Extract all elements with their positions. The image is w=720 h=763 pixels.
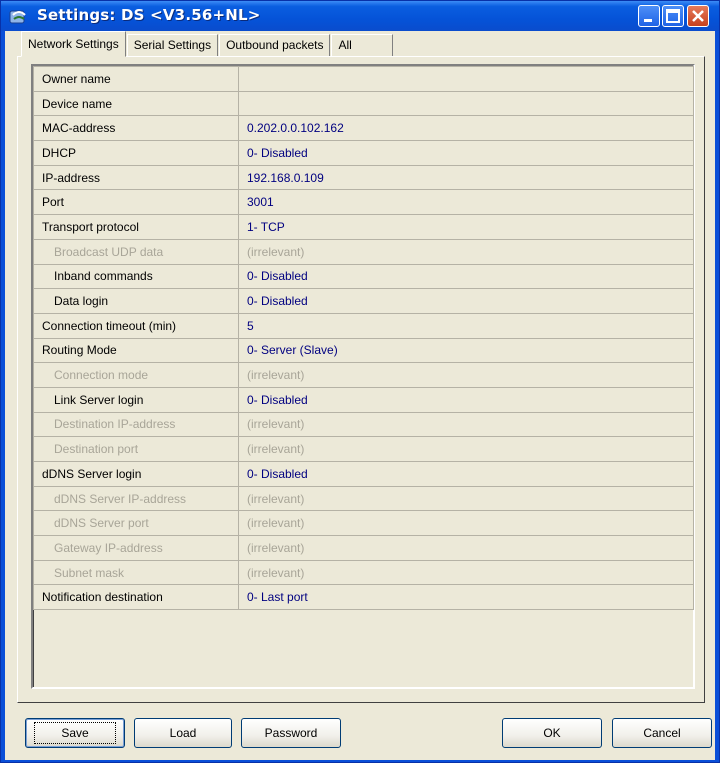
tab-network-settings[interactable]: Network Settings bbox=[21, 31, 126, 57]
setting-value[interactable]: 3001 bbox=[238, 189, 694, 216]
setting-name: MAC-address bbox=[33, 115, 239, 142]
table-row[interactable]: Destination port (irrelevant) bbox=[33, 436, 694, 462]
title-bar[interactable]: Settings: DS <V3.56+NL> bbox=[1, 1, 719, 31]
app-icon bbox=[9, 10, 26, 24]
setting-name: Connection timeout (min) bbox=[33, 312, 239, 339]
table-row[interactable]: Subnet mask (irrelevant) bbox=[33, 559, 694, 586]
table-row[interactable]: MAC-address 0.202.0.0.102.162 bbox=[33, 115, 694, 142]
setting-name: Destination port bbox=[33, 436, 239, 462]
setting-name: Device name bbox=[33, 90, 239, 117]
table-row[interactable]: Destination IP-address (irrelevant) bbox=[33, 411, 694, 438]
setting-name: dDNS Server port bbox=[33, 510, 239, 537]
setting-value[interactable]: 1- TCP bbox=[238, 214, 694, 240]
setting-value[interactable]: 0- Disabled bbox=[238, 461, 694, 487]
tab-outbound-packets[interactable]: Outbound packets bbox=[219, 34, 331, 56]
setting-value[interactable]: 0- Last port bbox=[238, 584, 694, 611]
setting-name: Inband commands bbox=[33, 263, 239, 290]
table-row[interactable]: Routing Mode 0- Server (Slave) bbox=[33, 337, 694, 364]
setting-value[interactable]: (irrelevant) bbox=[238, 362, 694, 388]
password-button[interactable]: Password bbox=[241, 718, 341, 748]
table-row[interactable]: DHCP 0- Disabled bbox=[33, 140, 694, 166]
setting-name: Data login bbox=[33, 288, 239, 314]
setting-value[interactable]: 5 bbox=[238, 312, 694, 339]
setting-value[interactable] bbox=[238, 66, 694, 92]
minimize-button[interactable] bbox=[638, 5, 660, 27]
minimize-icon bbox=[644, 19, 652, 22]
settings-table: Owner name Device name MAC-address 0.202.0.… bbox=[33, 66, 694, 611]
settings-grid[interactable]: Owner name Device name MAC-address 0.202.0.… bbox=[31, 64, 695, 689]
close-icon bbox=[692, 10, 704, 22]
tab-serial-settings[interactable]: Serial Settings bbox=[126, 34, 219, 56]
save-button-label: Save bbox=[34, 722, 116, 744]
table-row[interactable]: Notification destination 0- Last port bbox=[33, 584, 694, 611]
table-row[interactable]: Transport protocol 1- TCP bbox=[33, 214, 694, 240]
ok-button[interactable]: OK bbox=[502, 718, 602, 748]
table-row[interactable]: dDNS Server port (irrelevant) bbox=[33, 510, 694, 537]
setting-name: Broadcast UDP data bbox=[33, 238, 239, 265]
window-title: Settings: DS <V3.56+NL> bbox=[37, 6, 261, 24]
setting-name: Destination IP-address bbox=[33, 411, 239, 438]
maximize-icon bbox=[666, 9, 680, 23]
setting-name: Connection mode bbox=[33, 362, 239, 388]
setting-name: Notification destination bbox=[33, 584, 239, 611]
setting-name: dDNS Server login bbox=[33, 461, 239, 487]
table-row[interactable]: Broadcast UDP data (irrelevant) bbox=[33, 238, 694, 265]
table-row[interactable]: Device name bbox=[33, 90, 694, 117]
setting-value[interactable]: (irrelevant) bbox=[238, 535, 694, 561]
table-row[interactable]: dDNS Server IP-address (irrelevant) bbox=[33, 485, 694, 512]
setting-value[interactable]: 0- Disabled bbox=[238, 263, 694, 290]
setting-value[interactable]: 0- Disabled bbox=[238, 386, 694, 413]
table-row[interactable]: Gateway IP-address (irrelevant) bbox=[33, 535, 694, 561]
setting-value[interactable]: (irrelevant) bbox=[238, 559, 694, 586]
setting-name: Gateway IP-address bbox=[33, 535, 239, 561]
setting-value[interactable]: 0- Server (Slave) bbox=[238, 337, 694, 364]
table-row[interactable]: Link Server login 0- Disabled bbox=[33, 386, 694, 413]
close-button[interactable] bbox=[687, 5, 709, 27]
setting-value[interactable]: (irrelevant) bbox=[238, 510, 694, 537]
cancel-button[interactable]: Cancel bbox=[612, 718, 712, 748]
setting-name: dDNS Server IP-address bbox=[33, 485, 239, 512]
setting-name: IP-address bbox=[33, 164, 239, 191]
load-button[interactable]: Load bbox=[134, 718, 232, 748]
setting-value[interactable]: 192.168.0.109 bbox=[238, 164, 694, 191]
maximize-button[interactable] bbox=[662, 5, 684, 27]
setting-value[interactable]: (irrelevant) bbox=[238, 238, 694, 265]
tab-strip: Network Settings Serial Settings Outboun… bbox=[21, 31, 394, 57]
setting-value[interactable]: (irrelevant) bbox=[238, 436, 694, 462]
table-row[interactable]: Connection mode (irrelevant) bbox=[33, 362, 694, 388]
setting-name: Routing Mode bbox=[33, 337, 239, 364]
setting-name: Transport protocol bbox=[33, 214, 239, 240]
setting-value[interactable]: 0.202.0.0.102.162 bbox=[238, 115, 694, 142]
setting-value[interactable] bbox=[238, 90, 694, 117]
table-row[interactable]: Inband commands 0- Disabled bbox=[33, 263, 694, 290]
settings-window: Settings: DS <V3.56+NL> Network Settings… bbox=[0, 0, 720, 763]
setting-name: Owner name bbox=[33, 66, 239, 92]
table-row[interactable]: Connection timeout (min) 5 bbox=[33, 312, 694, 339]
setting-value[interactable]: 0- Disabled bbox=[238, 288, 694, 314]
setting-name: Subnet mask bbox=[33, 559, 239, 586]
table-row[interactable]: dDNS Server login 0- Disabled bbox=[33, 461, 694, 487]
save-button[interactable]: Save bbox=[25, 718, 125, 748]
table-row[interactable]: IP-address 192.168.0.109 bbox=[33, 164, 694, 191]
setting-value[interactable]: 0- Disabled bbox=[238, 140, 694, 166]
table-row[interactable]: Data login 0- Disabled bbox=[33, 288, 694, 314]
setting-value[interactable]: (irrelevant) bbox=[238, 485, 694, 512]
setting-name: Link Server login bbox=[33, 386, 239, 413]
setting-value[interactable]: (irrelevant) bbox=[238, 411, 694, 438]
table-row[interactable]: Owner name bbox=[33, 66, 694, 92]
tab-all[interactable]: All bbox=[331, 34, 393, 56]
setting-name: DHCP bbox=[33, 140, 239, 166]
setting-name: Port bbox=[33, 189, 239, 216]
table-row[interactable]: Port 3001 bbox=[33, 189, 694, 216]
